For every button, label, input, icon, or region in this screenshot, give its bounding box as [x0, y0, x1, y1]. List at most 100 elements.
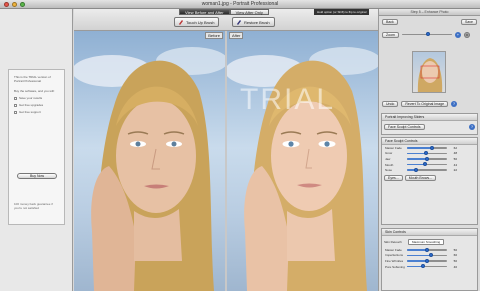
restore-brush-button[interactable]: Restore Brush: [232, 17, 275, 27]
zoom-slider-knob[interactable]: [425, 32, 430, 37]
flip-hint: Hold option (or Shift) to flip to origin…: [314, 9, 370, 15]
slider-value: 62: [453, 145, 457, 150]
skin-retouch-select[interactable]: Maximum Smoothing: [408, 238, 445, 245]
slider-knob[interactable]: [421, 264, 425, 269]
mouth-brows-button[interactable]: Mouth Brows...: [404, 175, 437, 182]
window-title: woman1.jpg - Portrait Professional: [201, 1, 279, 7]
benefit-item: Save your results: [14, 96, 59, 100]
slider-label: Master Fade: [385, 247, 402, 252]
portrait-sliders-section: Portrait Improving Sliders Face Sculpt C…: [381, 113, 478, 135]
restore-brush-icon: [237, 20, 241, 25]
slider-fill: [407, 147, 432, 149]
slider-track[interactable]: [407, 151, 447, 156]
section-title: Portrait Improving Sliders: [382, 114, 477, 121]
slider-row: Pore Softening 40: [385, 264, 477, 270]
back-button[interactable]: Back: [382, 18, 398, 25]
slider-track[interactable]: [407, 167, 447, 172]
slider-value: 60: [453, 253, 457, 258]
trial-box: This is the TRIAL version of Portrait Pr…: [8, 69, 65, 225]
slider-track[interactable]: [407, 247, 447, 252]
skin-retouch-row: Skin Retouch Maximum Smoothing: [384, 238, 475, 245]
main-toolbar: View Before and After View After Only Ho…: [74, 9, 378, 31]
slider-knob[interactable]: [425, 258, 429, 263]
slider-value: 50: [453, 247, 457, 252]
face-controls-header[interactable]: Face Sculpt Controls ?: [384, 123, 475, 130]
portrait-before-image: [74, 47, 225, 291]
face-controls-title: Face Sculpt Controls: [382, 138, 477, 145]
slider-knob[interactable]: [429, 145, 434, 150]
slider-value: 50: [453, 258, 457, 263]
slider-value: 50: [453, 156, 457, 161]
skin-controls-panel: Skin Controls Skin Retouch Maximum Smoothi…: [381, 228, 478, 291]
title-bar: woman1.jpg - Portrait Professional: [0, 0, 480, 9]
face-sculpt-panel: Face Sculpt Controls Master Fade 62 Grow 48 J…: [381, 137, 478, 225]
benefit-item: Get free support: [14, 110, 59, 114]
slider-value: 40: [453, 264, 457, 269]
slider-value: 44: [453, 162, 457, 167]
buy-now-button[interactable]: Buy Now: [17, 173, 57, 179]
slider-knob[interactable]: [413, 167, 418, 172]
right-panel: Step 5 – Enhance Photo Back Save Zoom + …: [378, 9, 480, 291]
checkbox-icon: [14, 96, 17, 100]
face-feature-buttons: Eyes... Mouth Brows...: [384, 175, 475, 182]
revert-button[interactable]: Revert To Original Image: [401, 100, 449, 107]
eyes-button[interactable]: Eyes...: [384, 175, 403, 182]
slider-label: Jaw: [385, 156, 391, 161]
slider-track[interactable]: [407, 264, 447, 269]
slider-track[interactable]: [407, 156, 447, 161]
thumbnail-image: [417, 58, 443, 92]
slider-fill: [407, 163, 425, 166]
slider-knob[interactable]: [422, 162, 427, 167]
slider-label: Pore Softening: [385, 264, 405, 269]
save-button[interactable]: Save: [461, 18, 477, 25]
slider-fill: [407, 249, 427, 251]
slider-knob[interactable]: [429, 253, 433, 258]
portrait-after-image: [227, 47, 378, 291]
slider-value: 22: [453, 168, 457, 173]
before-label: Before: [205, 32, 223, 39]
trial-text-2: Buy the software, and you will:: [14, 89, 55, 93]
slider-knob[interactable]: [425, 156, 429, 161]
slider-track[interactable]: [407, 162, 447, 167]
checkbox-icon: [14, 110, 17, 114]
touch-up-brush-button[interactable]: Touch Up Brush: [174, 17, 220, 27]
after-label: After: [229, 32, 244, 39]
slider-value: 48: [453, 151, 457, 156]
checkbox-icon: [14, 103, 17, 107]
zoom-in-icon[interactable]: +: [454, 31, 461, 38]
trial-footer: 100 money back guarantee if you're not s…: [14, 202, 53, 210]
tab-before-and-after[interactable]: View Before and After: [179, 9, 230, 15]
skin-controls-title: Skin Controls: [382, 229, 477, 236]
trial-text: This is the TRIAL version of Portrait Pr…: [14, 75, 51, 83]
zoom-slider[interactable]: [401, 32, 452, 37]
step-header: Step 5 – Enhance Photo: [379, 9, 480, 16]
fit-icon[interactable]: ▢: [463, 31, 470, 38]
slider-label: Nose: [385, 168, 393, 173]
slider-knob[interactable]: [425, 247, 429, 252]
face-help-icon[interactable]: ?: [469, 123, 475, 130]
slider-track[interactable]: [407, 253, 447, 258]
before-pane[interactable]: Before: [74, 31, 225, 291]
image-comparison-area: Before After: [74, 31, 378, 291]
navigator-thumbnail[interactable]: [412, 51, 446, 93]
zoom-button[interactable]: Zoom: [382, 31, 399, 38]
view-tabs: View Before and After View After Only: [179, 9, 269, 15]
tab-after-only[interactable]: View After Only: [229, 9, 269, 15]
brush-icon: [179, 20, 183, 25]
slider-fill: [407, 260, 427, 262]
slider-label: Master Fade: [385, 145, 402, 150]
slider-track[interactable]: [407, 258, 447, 263]
slider-track[interactable]: [407, 145, 447, 150]
slider-label: Mouth: [385, 162, 394, 167]
slider-label: Fine Wrinkles: [385, 258, 404, 263]
slider-row: Nose 22: [385, 167, 477, 173]
help-icon[interactable]: ?: [451, 100, 458, 107]
slider-knob[interactable]: [424, 151, 429, 156]
benefit-item: Get free upgrades: [14, 103, 59, 107]
after-pane[interactable]: After: [227, 31, 378, 291]
slider-fill: [407, 254, 431, 257]
skin-retouch-label: Skin Retouch: [384, 239, 402, 244]
undo-button[interactable]: Undo: [382, 100, 399, 107]
slider-label: Grow: [385, 151, 393, 156]
slider-label: Imperfections: [385, 253, 404, 258]
